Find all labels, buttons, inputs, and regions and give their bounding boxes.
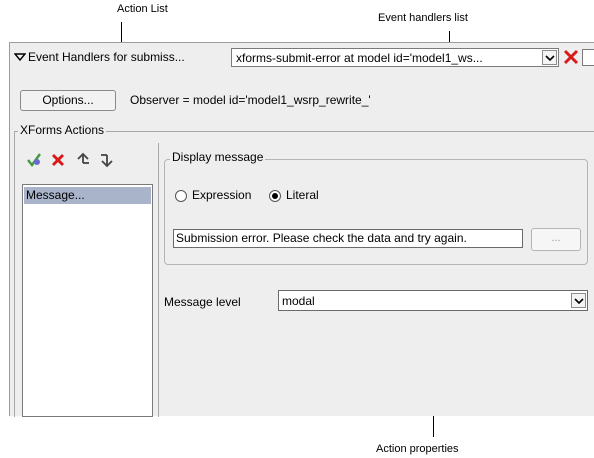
add-action-icon[interactable]: [26, 151, 44, 169]
message-level-value: modal: [282, 294, 315, 308]
radio-literal[interactable]: [269, 190, 281, 202]
radio-selected-dot: [272, 193, 278, 199]
display-message-legend: Display message: [170, 150, 266, 164]
delete-handler-icon[interactable]: [562, 48, 580, 66]
move-down-icon[interactable]: [98, 151, 116, 169]
ellipsis-button[interactable]: ...: [531, 228, 581, 251]
message-text-field[interactable]: Submission error. Please check the data …: [173, 229, 523, 248]
actions-toolbar: [22, 151, 152, 171]
event-handler-select-value: xforms-submit-error at model id='model1_…: [236, 51, 483, 65]
move-up-icon[interactable]: [74, 151, 92, 169]
panel-title: Event Handlers for submiss...: [28, 50, 185, 64]
callout-action-properties: Action properties: [376, 443, 459, 455]
collapse-triangle-icon[interactable]: [14, 52, 26, 62]
divider: [14, 131, 15, 417]
callout-action-list: Action List: [117, 3, 168, 15]
radio-expression[interactable]: [175, 190, 187, 202]
event-handlers-panel: Event Handlers for submiss... xforms-sub…: [9, 42, 594, 417]
divider: [158, 143, 159, 417]
message-level-select[interactable]: modal: [278, 290, 588, 311]
callout-event-handlers-list: Event handlers list: [378, 12, 468, 24]
chevron-down-icon[interactable]: [542, 50, 557, 65]
radio-expression-label: Expression: [192, 188, 252, 202]
actions-list[interactable]: Message...: [22, 184, 153, 417]
display-message-group: [164, 159, 588, 265]
observer-label: Observer = model id='model1_wsrp_rewrite…: [130, 93, 371, 107]
delete-icon[interactable]: [49, 151, 67, 169]
new-handler-icon[interactable]: [582, 49, 594, 66]
xforms-actions-legend: XForms Actions: [18, 123, 107, 137]
radio-literal-label: Literal: [286, 188, 319, 202]
chevron-down-icon[interactable]: [571, 293, 586, 308]
list-item[interactable]: Message...: [24, 187, 151, 204]
options-button[interactable]: Options...: [20, 90, 116, 111]
message-level-label: Message level: [164, 295, 241, 309]
event-handler-select[interactable]: xforms-submit-error at model id='model1_…: [231, 48, 559, 67]
